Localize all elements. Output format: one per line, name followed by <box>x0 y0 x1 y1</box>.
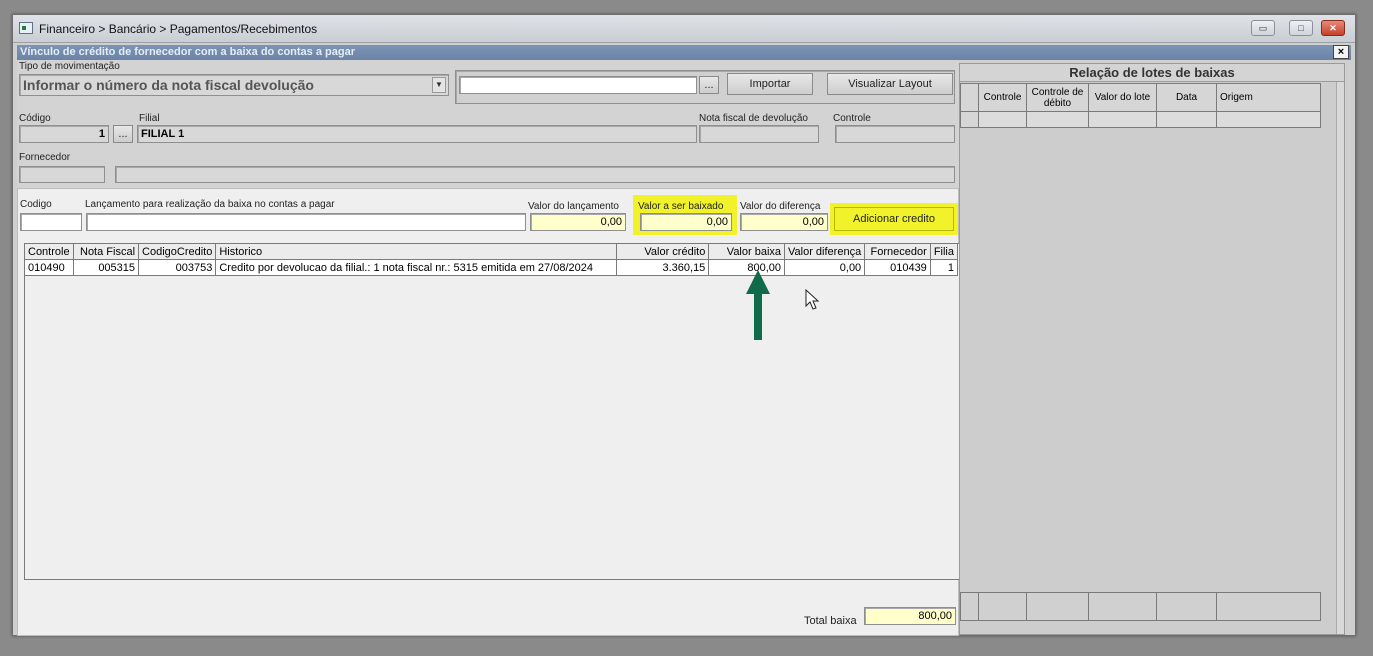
codigo-label: Código <box>19 113 51 124</box>
tipo-label: Tipo de movimentação <box>19 61 120 72</box>
vertical-scrollbar[interactable] <box>1336 82 1344 634</box>
valor-lancamento-input[interactable]: 0,00 <box>530 213 626 231</box>
column-header[interactable]: Controle <box>25 244 74 260</box>
cell-valor-credito[interactable]: 3.360,15 <box>616 259 710 276</box>
panel-title-bar: Vínculo de crédito de fornecedor com a b… <box>17 45 1351 60</box>
column-header[interactable]: Fornecedor <box>864 244 931 260</box>
footer-cell <box>960 592 979 621</box>
footer-cell <box>1216 592 1321 621</box>
lancamento-input[interactable] <box>86 213 526 231</box>
tipo-select-value: Informar o número da nota fiscal devoluç… <box>23 77 314 93</box>
title-bar: Financeiro > Bancário > Pagamentos/Receb… <box>13 15 1355 43</box>
maximize-icon[interactable]: □ <box>1289 20 1313 36</box>
nota-fiscal-input[interactable] <box>699 125 819 143</box>
visualizar-layout-button[interactable]: Visualizar Layout <box>827 73 953 95</box>
lotes-footer <box>960 592 1321 621</box>
filial-field: FILIAL 1 <box>137 125 697 143</box>
cell-controle[interactable]: 010490 <box>25 259 74 276</box>
minimize-icon[interactable]: ▭ <box>1251 20 1275 36</box>
table-row[interactable]: 010490 005315 003753 Credito por devoluc… <box>25 259 959 276</box>
tipo-select[interactable]: Informar o número da nota fiscal devoluç… <box>19 74 449 96</box>
filial-label: Filial <box>139 113 160 124</box>
footer-cell <box>1156 592 1217 621</box>
footer-cell <box>978 592 1027 621</box>
lotes-column-header[interactable]: Controle <box>978 83 1027 112</box>
entry-area: Codigo Lançamento para realização da bai… <box>17 188 960 636</box>
chevron-down-icon[interactable]: ▼ <box>432 77 446 93</box>
footer-cell <box>1088 592 1157 621</box>
lotes-footer-row <box>960 592 1321 621</box>
window-title: Financeiro > Bancário > Pagamentos/Receb… <box>39 22 318 36</box>
entry-codigo-label: Codigo <box>20 199 52 210</box>
controle-input[interactable] <box>835 125 955 143</box>
controle-label: Controle <box>833 113 871 124</box>
panel-title: Vínculo de crédito de fornecedor com a b… <box>20 46 355 58</box>
lotes-empty-row[interactable] <box>960 111 1321 128</box>
lotes-cell[interactable] <box>1026 111 1089 128</box>
credits-table: Controle Nota Fiscal CodigoCredito Histo… <box>25 244 959 276</box>
adicionar-credito-button[interactable]: Adicionar credito <box>834 207 954 231</box>
cell-historico[interactable]: Credito por devolucao da filial.: 1 nota… <box>215 259 618 276</box>
importar-button[interactable]: Importar <box>727 73 813 95</box>
cell-filial[interactable]: 1 <box>929 259 959 276</box>
fornecedor-code-input[interactable] <box>19 166 105 183</box>
lotes-cell[interactable] <box>1216 111 1321 128</box>
app-icon <box>19 22 33 34</box>
column-header[interactable]: Valor baixa <box>708 244 786 260</box>
lotes-panel: Relação de lotes de baixas Controle Cont… <box>959 63 1345 635</box>
panel-close-icon[interactable]: × <box>1333 45 1349 59</box>
valor-baixado-input[interactable]: 0,00 <box>640 213 732 231</box>
fornecedor-name-field <box>115 166 955 183</box>
file-path-input[interactable] <box>459 76 697 94</box>
main-window: Financeiro > Bancário > Pagamentos/Receb… <box>12 14 1356 636</box>
lotes-column-header[interactable]: Controle de débito <box>1026 83 1089 112</box>
lotes-cell[interactable] <box>1156 111 1217 128</box>
total-baixa-field: 800,00 <box>864 607 956 625</box>
header-form: Tipo de movimentação Informar o número d… <box>17 60 959 188</box>
lotes-column-header[interactable]: Origem <box>1216 83 1321 112</box>
codigo-browse-button[interactable]: ... <box>113 125 133 143</box>
column-header[interactable]: Nota Fiscal <box>72 244 140 260</box>
cell-fornecedor[interactable]: 010439 <box>864 259 931 276</box>
browse-file-button[interactable]: ... <box>699 76 719 94</box>
column-header[interactable]: Valor crédito <box>616 244 710 260</box>
column-header[interactable]: Filia <box>929 244 959 260</box>
valor-lancamento-label: Valor do lançamento <box>528 201 619 212</box>
row-selector-header <box>960 83 979 112</box>
column-header[interactable]: CodigoCredito <box>138 244 217 260</box>
table-header-row: Controle Nota Fiscal CodigoCredito Histo… <box>25 244 959 260</box>
lotes-cell[interactable] <box>978 111 1027 128</box>
cell-codigo-credito[interactable]: 003753 <box>138 259 217 276</box>
cell-nota-fiscal[interactable]: 005315 <box>72 259 140 276</box>
lotes-title: Relação de lotes de baixas <box>960 64 1344 82</box>
codigo-input[interactable]: 1 <box>19 125 109 143</box>
cell-valor-diferenca[interactable]: 0,00 <box>784 259 866 276</box>
lancamento-label: Lançamento para realização da baixa no c… <box>85 199 335 210</box>
column-header[interactable]: Historico <box>215 244 618 260</box>
close-icon[interactable]: ✕ <box>1321 20 1345 36</box>
footer-cell <box>1026 592 1089 621</box>
valor-diferenca-input[interactable]: 0,00 <box>740 213 828 231</box>
valor-diferenca-label: Valor do diferença <box>740 201 821 212</box>
fornecedor-label: Fornecedor <box>19 152 71 163</box>
lotes-table: Controle Controle de débito Valor do lot… <box>960 83 1321 128</box>
entry-codigo-input[interactable] <box>20 213 82 231</box>
row-selector[interactable] <box>960 111 979 128</box>
mouse-pointer-icon <box>805 289 820 310</box>
lotes-column-header[interactable]: Valor do lote <box>1088 83 1157 112</box>
lotes-column-header[interactable]: Data <box>1156 83 1217 112</box>
valor-baixado-label: Valor a ser baixado <box>638 201 724 212</box>
total-baixa-label: Total baixa <box>804 615 857 627</box>
column-header[interactable]: Valor diferença <box>784 244 866 260</box>
lotes-header-row: Controle Controle de débito Valor do lot… <box>960 83 1321 112</box>
lotes-cell[interactable] <box>1088 111 1157 128</box>
up-arrow-icon <box>746 270 770 340</box>
nota-fiscal-label: Nota fiscal de devolução <box>699 113 808 124</box>
